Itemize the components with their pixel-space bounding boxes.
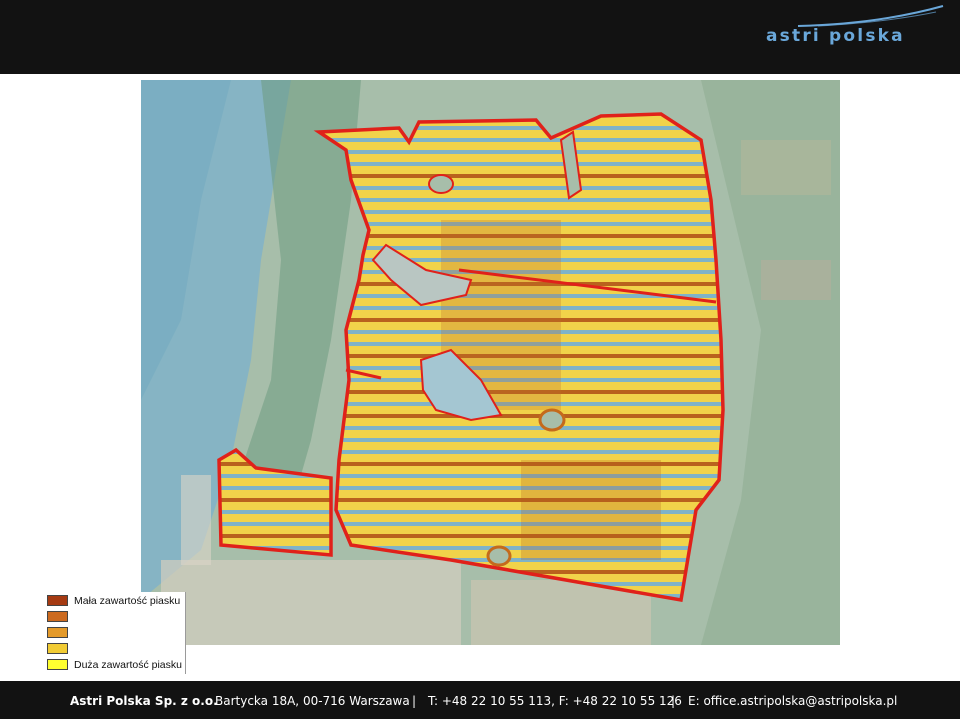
company-email[interactable]: E: office.astripolska@astripolska.pl [688,694,897,708]
map-legend: Mała zawartość piasku Duża zawartość pia… [43,592,186,674]
legend-swatch [47,595,68,606]
footer-separator: | [671,694,676,708]
legend-item: Mała zawartość piasku [47,594,180,607]
legend-item [47,610,74,623]
legend-item [47,642,74,655]
legend-swatch [47,659,68,670]
legend-label: Duża zawartość piasku [74,658,182,671]
satellite-map-image [141,80,840,645]
company-address: Bartycka 18A, 00-716 Warszawa [215,694,410,708]
legend-item: Duża zawartość piasku [47,658,182,671]
legend-swatch [47,627,68,638]
footer-separator: | [412,694,417,708]
company-name: Astri Polska Sp. z o.o. [70,694,218,708]
legend-swatch [47,643,68,654]
company-phone-fax: T: +48 22 10 55 113, F: +48 22 10 55 126 [428,694,682,708]
astri-polska-logo: astri polska [766,26,905,46]
footer-bar: Astri Polska Sp. z o.o. Bartycka 18A, 00… [0,681,960,719]
legend-item [47,626,74,639]
header-bar: astri polska [0,0,960,74]
legend-swatch [47,611,68,622]
legend-label: Mała zawartość piasku [74,594,181,607]
